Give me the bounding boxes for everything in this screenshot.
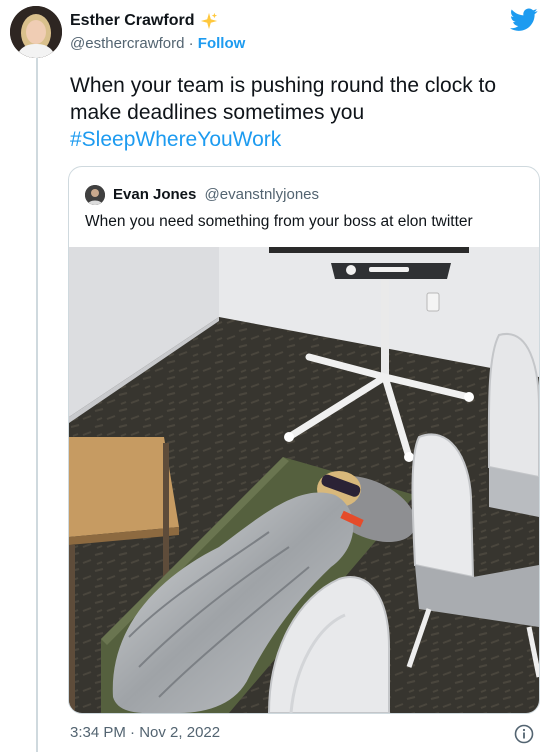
quoted-photo[interactable]	[69, 247, 539, 713]
quoted-tweet[interactable]: Evan Jones @evanstnlyjones When you need…	[68, 166, 540, 714]
author-name-row: Esther Crawford	[70, 12, 218, 30]
info-icon[interactable]	[514, 724, 534, 744]
author-handle-row: @esthercrawford · Follow	[70, 35, 245, 52]
hashtag-link[interactable]: #SleepWhereYouWork	[70, 128, 281, 151]
quoted-author-name: Evan Jones	[113, 186, 197, 203]
tweet-text-line2: make deadlines sometimes you	[70, 101, 365, 124]
sparkle-icon	[201, 12, 218, 30]
follow-button[interactable]: Follow	[198, 35, 246, 52]
thread-line	[36, 56, 38, 752]
timestamp-separator: ·	[130, 724, 136, 741]
quoted-header: Evan Jones @evanstnlyjones	[113, 186, 319, 203]
handle-separator: ·	[188, 35, 194, 52]
quoted-author-handle: @evanstnlyjones	[204, 186, 320, 203]
author-avatar[interactable]	[10, 6, 62, 58]
author-handle[interactable]: @esthercrawford	[70, 35, 184, 52]
author-name[interactable]: Esther Crawford	[70, 12, 194, 30]
tweet-timestamp[interactable]: 3:34 PM · Nov 2, 2022	[70, 724, 220, 741]
twitter-bird-icon[interactable]	[510, 8, 538, 32]
quoted-text: When you need something from your boss a…	[85, 213, 473, 230]
quoted-author-avatar	[85, 185, 105, 205]
tweet-time: 3:34 PM	[70, 724, 126, 741]
tweet-date: Nov 2, 2022	[139, 724, 221, 741]
tweet-text-line1: When your team is pushing round the cloc…	[70, 74, 497, 97]
tweet-text: When your team is pushing round the cloc…	[70, 72, 546, 153]
